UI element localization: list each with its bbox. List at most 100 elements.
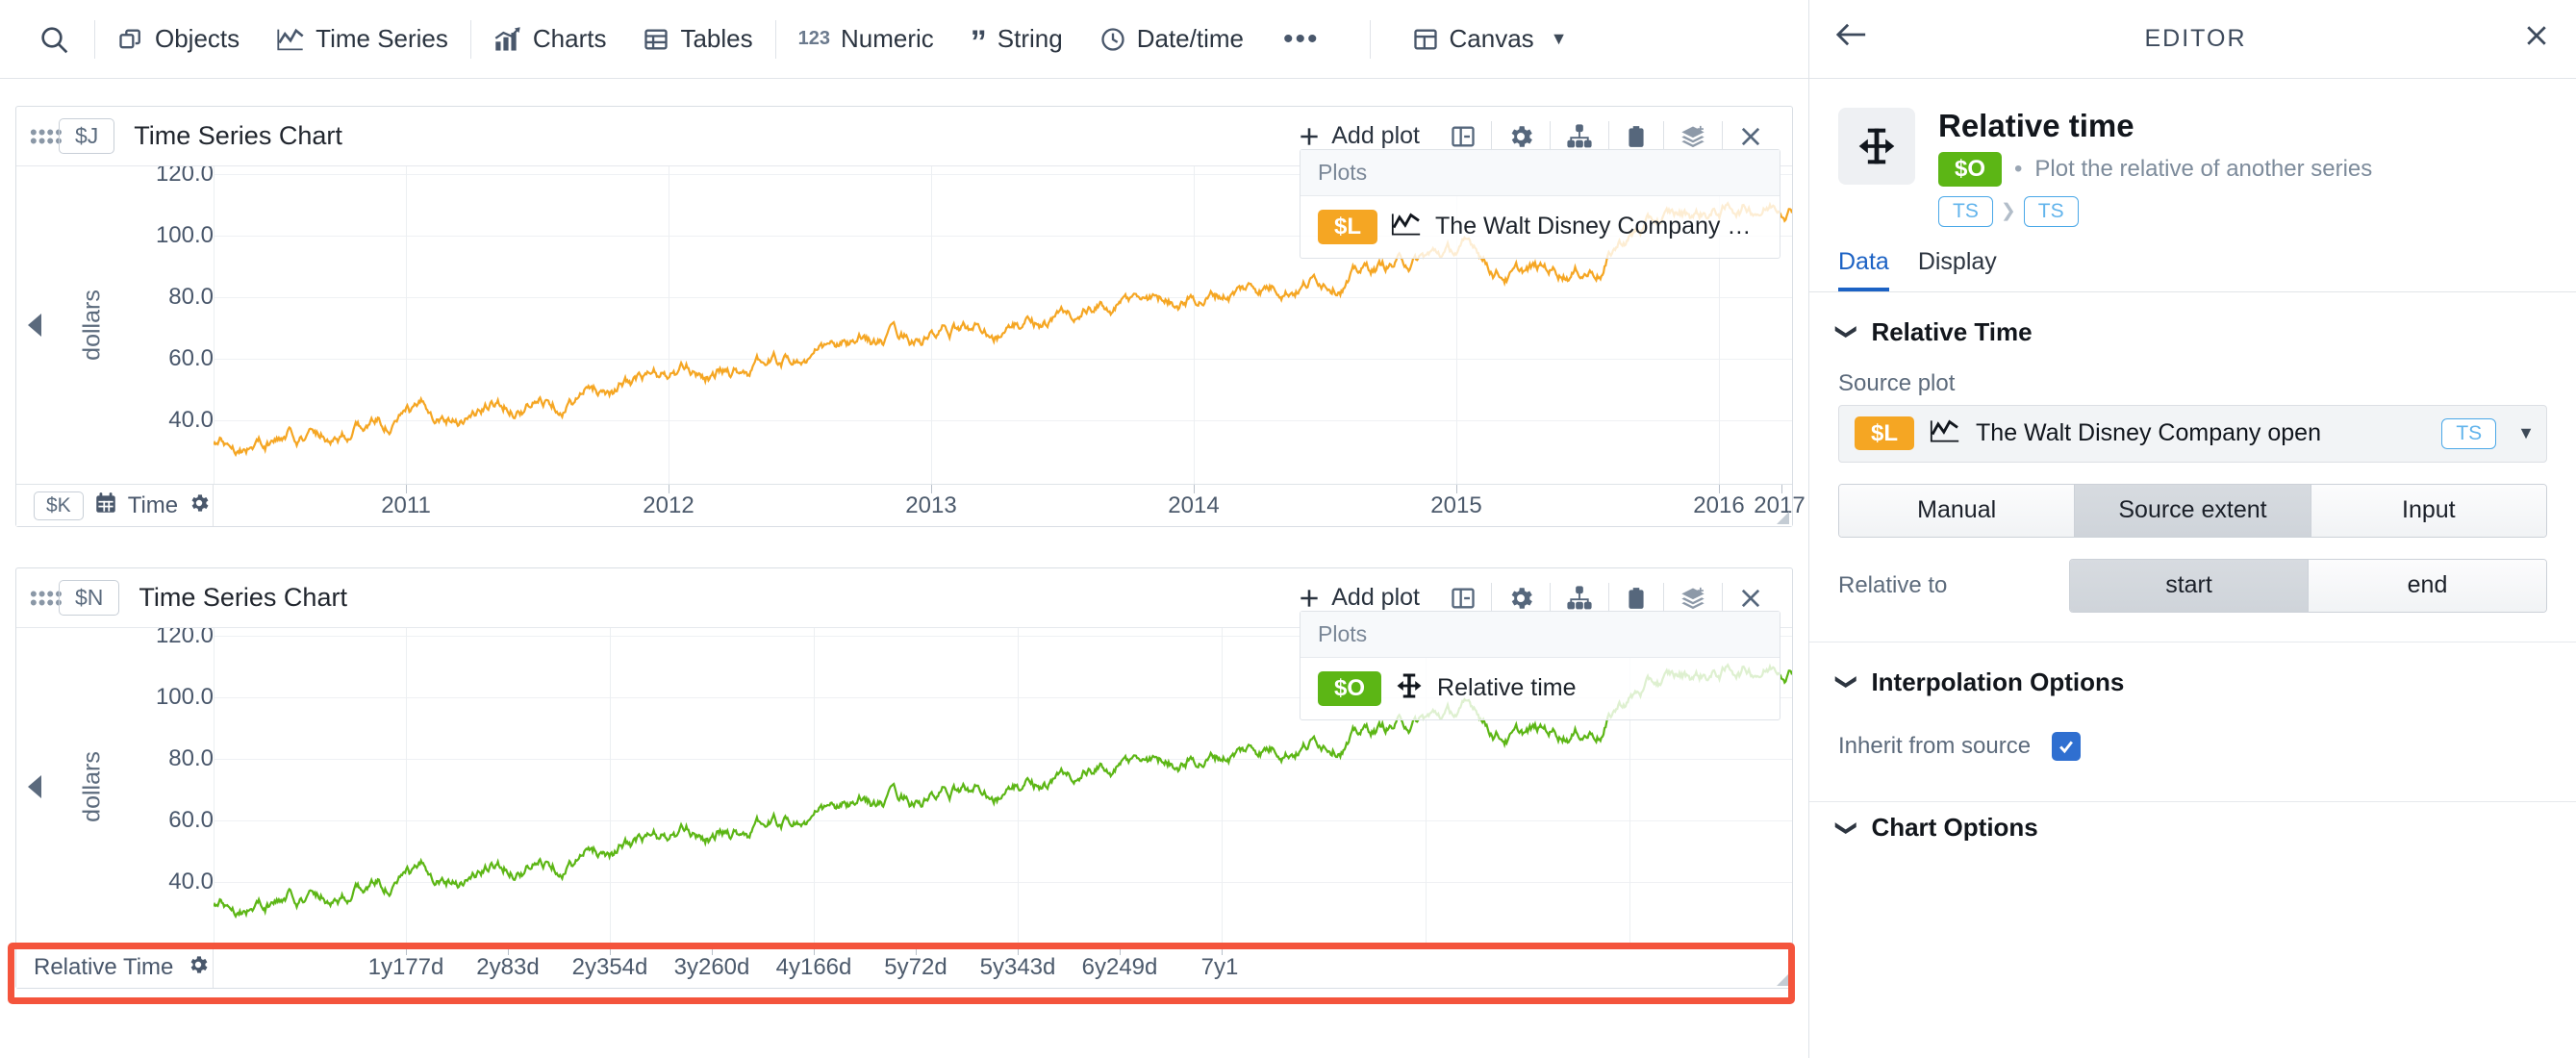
- gear-icon[interactable]: [1492, 122, 1550, 151]
- source-plot-select[interactable]: $L The Walt Disney Company open TS ▼: [1838, 404, 2547, 463]
- toolbar-item-label: String: [997, 24, 1063, 53]
- plots-popup-row[interactable]: $O Relative time: [1301, 658, 1780, 719]
- segment-manual[interactable]: Manual: [1839, 484, 2076, 537]
- clipboard-icon[interactable]: [1609, 123, 1663, 150]
- numeric-icon: 123: [797, 28, 830, 49]
- x-tick: 5y343d: [979, 953, 1056, 980]
- segment-start[interactable]: start: [2070, 559, 2309, 612]
- toolbar-item-label: Date/time: [1136, 24, 1244, 53]
- chart-panel-title: Time Series Chart: [139, 583, 347, 612]
- inherit-from-source-checkbox[interactable]: [2052, 731, 2082, 761]
- relative-to-row: Relative to start end: [1809, 538, 2576, 613]
- editor-type-chain: TS ❯ TS: [1938, 195, 2372, 227]
- clipboard-icon[interactable]: [1609, 585, 1663, 612]
- chevron-down-icon: ❯: [1835, 322, 1860, 341]
- x-tick: 2013: [905, 491, 957, 518]
- chart-panel-1[interactable]: •••••••• $J Time Series Chart Add plot: [15, 106, 1806, 527]
- section-header-interpolation-options[interactable]: ❯ Interpolation Options: [1809, 642, 2576, 707]
- chart-2-x-axis-control[interactable]: Relative Time: [16, 946, 214, 988]
- editor-tabs: Data Display: [1809, 237, 2576, 292]
- chart-2-y-ticks: 120.0 100.0 80.0 60.0 40.0: [16, 628, 214, 945]
- plot-row-label: Relative time: [1437, 674, 1577, 702]
- section-header-relative-time[interactable]: ❯ Relative Time: [1809, 292, 2576, 357]
- chevron-down-icon: ▼: [1550, 29, 1568, 48]
- inherit-from-source-row: Inherit from source: [1809, 707, 2576, 761]
- chart-2-plots-popup[interactable]: Plots $O Relative time: [1300, 611, 1780, 720]
- x-tick: 6y249d: [1081, 953, 1158, 980]
- hierarchy-icon[interactable]: [1551, 585, 1608, 612]
- y-tick: 60.0: [168, 807, 214, 833]
- chart-1-x-ticks: 2011 2012 2013 2014 2015 2016 2017: [214, 485, 1806, 526]
- close-icon[interactable]: [2522, 21, 2551, 58]
- editor-panel: EDITOR Relative time $O • Plot the relat…: [1808, 0, 2576, 1058]
- y-tick: 80.0: [168, 745, 214, 771]
- x-axis-variable-badge[interactable]: $K: [34, 491, 84, 520]
- chart-panel-2[interactable]: •••••••• $N Time Series Chart Add plot: [15, 567, 1793, 989]
- chart-panel-actions: Add plot: [1281, 582, 1779, 614]
- chevron-right-icon: ❯: [2000, 201, 2016, 222]
- close-icon[interactable]: [1723, 123, 1779, 150]
- source-plot-type-pill: TS: [2441, 417, 2497, 449]
- panel-toggle-icon[interactable]: [1435, 123, 1491, 150]
- search-button[interactable]: [17, 0, 90, 79]
- editor-object-name: Relative time: [1938, 108, 2134, 143]
- chart-variable-badge[interactable]: $N: [59, 580, 120, 616]
- type-pill-output: TS: [2023, 195, 2079, 227]
- extent-mode-segmented-control: Manual Source extent Input: [1838, 483, 2547, 538]
- segment-end[interactable]: end: [2309, 559, 2546, 612]
- x-tick: 3y260d: [673, 953, 750, 980]
- x-tick: 7y1: [1200, 953, 1239, 980]
- chart-variable-badge[interactable]: $J: [59, 118, 115, 154]
- x-axis-label: Relative Time: [34, 953, 174, 980]
- gear-icon[interactable]: [1492, 584, 1550, 613]
- add-plot-button[interactable]: Add plot: [1281, 122, 1435, 150]
- section-header-chart-options[interactable]: ❯ Chart Options: [1809, 802, 2576, 841]
- canvas-icon: [1412, 26, 1439, 53]
- toolbar-item-objects[interactable]: Objects: [99, 0, 258, 79]
- canvas-dropdown[interactable]: Canvas ▼: [1394, 0, 1586, 79]
- close-icon[interactable]: [1723, 585, 1779, 612]
- gear-icon[interactable]: [188, 491, 211, 519]
- type-pill-input: TS: [1938, 195, 1993, 227]
- toolbar-item-tables[interactable]: Tables: [624, 0, 770, 79]
- toolbar-item-datetime[interactable]: Date/time: [1081, 0, 1262, 79]
- toolbar-item-charts[interactable]: Charts: [475, 0, 625, 79]
- chart-panel-actions: Add plot: [1281, 120, 1779, 152]
- drag-handle-icon[interactable]: •••• ••••: [30, 121, 63, 151]
- toolbar-item-string[interactable]: ” String: [952, 0, 1081, 79]
- gear-icon[interactable]: [187, 953, 210, 981]
- toolbar-item-numeric[interactable]: 123 Numeric: [780, 0, 952, 79]
- plots-popup-header: Plots: [1301, 150, 1780, 196]
- toolbar-item-label: Objects: [155, 24, 240, 53]
- layers-add-icon[interactable]: [1664, 585, 1722, 612]
- layers-add-icon[interactable]: [1664, 123, 1722, 150]
- toolbar-divider: [469, 19, 471, 59]
- tab-display[interactable]: Display: [1918, 248, 1997, 291]
- toolbar-overflow-button[interactable]: •••: [1262, 23, 1341, 56]
- toolbar-item-label: Time Series: [316, 24, 448, 53]
- panel-resize-handle[interactable]: [1777, 512, 1789, 524]
- chart-1-x-axis-control[interactable]: $K Time: [16, 485, 214, 526]
- inherit-from-source-label: Inherit from source: [1838, 732, 2032, 759]
- y-tick: 40.0: [168, 407, 214, 433]
- source-plot-tag: $L: [1855, 416, 1915, 451]
- plots-popup-header: Plots: [1301, 612, 1780, 658]
- segment-input[interactable]: Input: [2311, 484, 2546, 537]
- panel-resize-handle[interactable]: [1777, 973, 1789, 986]
- panel-toggle-icon[interactable]: [1435, 585, 1491, 612]
- segment-source-extent[interactable]: Source extent: [2075, 484, 2311, 537]
- tab-data[interactable]: Data: [1838, 248, 1889, 291]
- toolbar-item-time-series[interactable]: Time Series: [258, 0, 467, 79]
- plots-popup-row[interactable]: $L The Walt Disney Company op...: [1301, 196, 1780, 258]
- chart-panel-title: Time Series Chart: [134, 121, 342, 150]
- back-arrow-icon[interactable]: [1834, 19, 1869, 59]
- chart-2-x-ticks: 1y177d 2y83d 2y354d 3y260d 4y166d 5y72d …: [214, 946, 1792, 988]
- add-plot-button[interactable]: Add plot: [1281, 584, 1435, 612]
- editor-header: EDITOR: [1809, 0, 2576, 79]
- drag-handle-icon[interactable]: •••• ••••: [30, 583, 63, 613]
- plot-tag-badge: $L: [1318, 210, 1378, 244]
- hierarchy-icon[interactable]: [1551, 123, 1608, 150]
- chart-1-plots-popup[interactable]: Plots $L The Walt Disney Company op...: [1300, 149, 1780, 259]
- clock-icon: [1099, 26, 1126, 53]
- source-plot-label: Source plot: [1838, 369, 1956, 396]
